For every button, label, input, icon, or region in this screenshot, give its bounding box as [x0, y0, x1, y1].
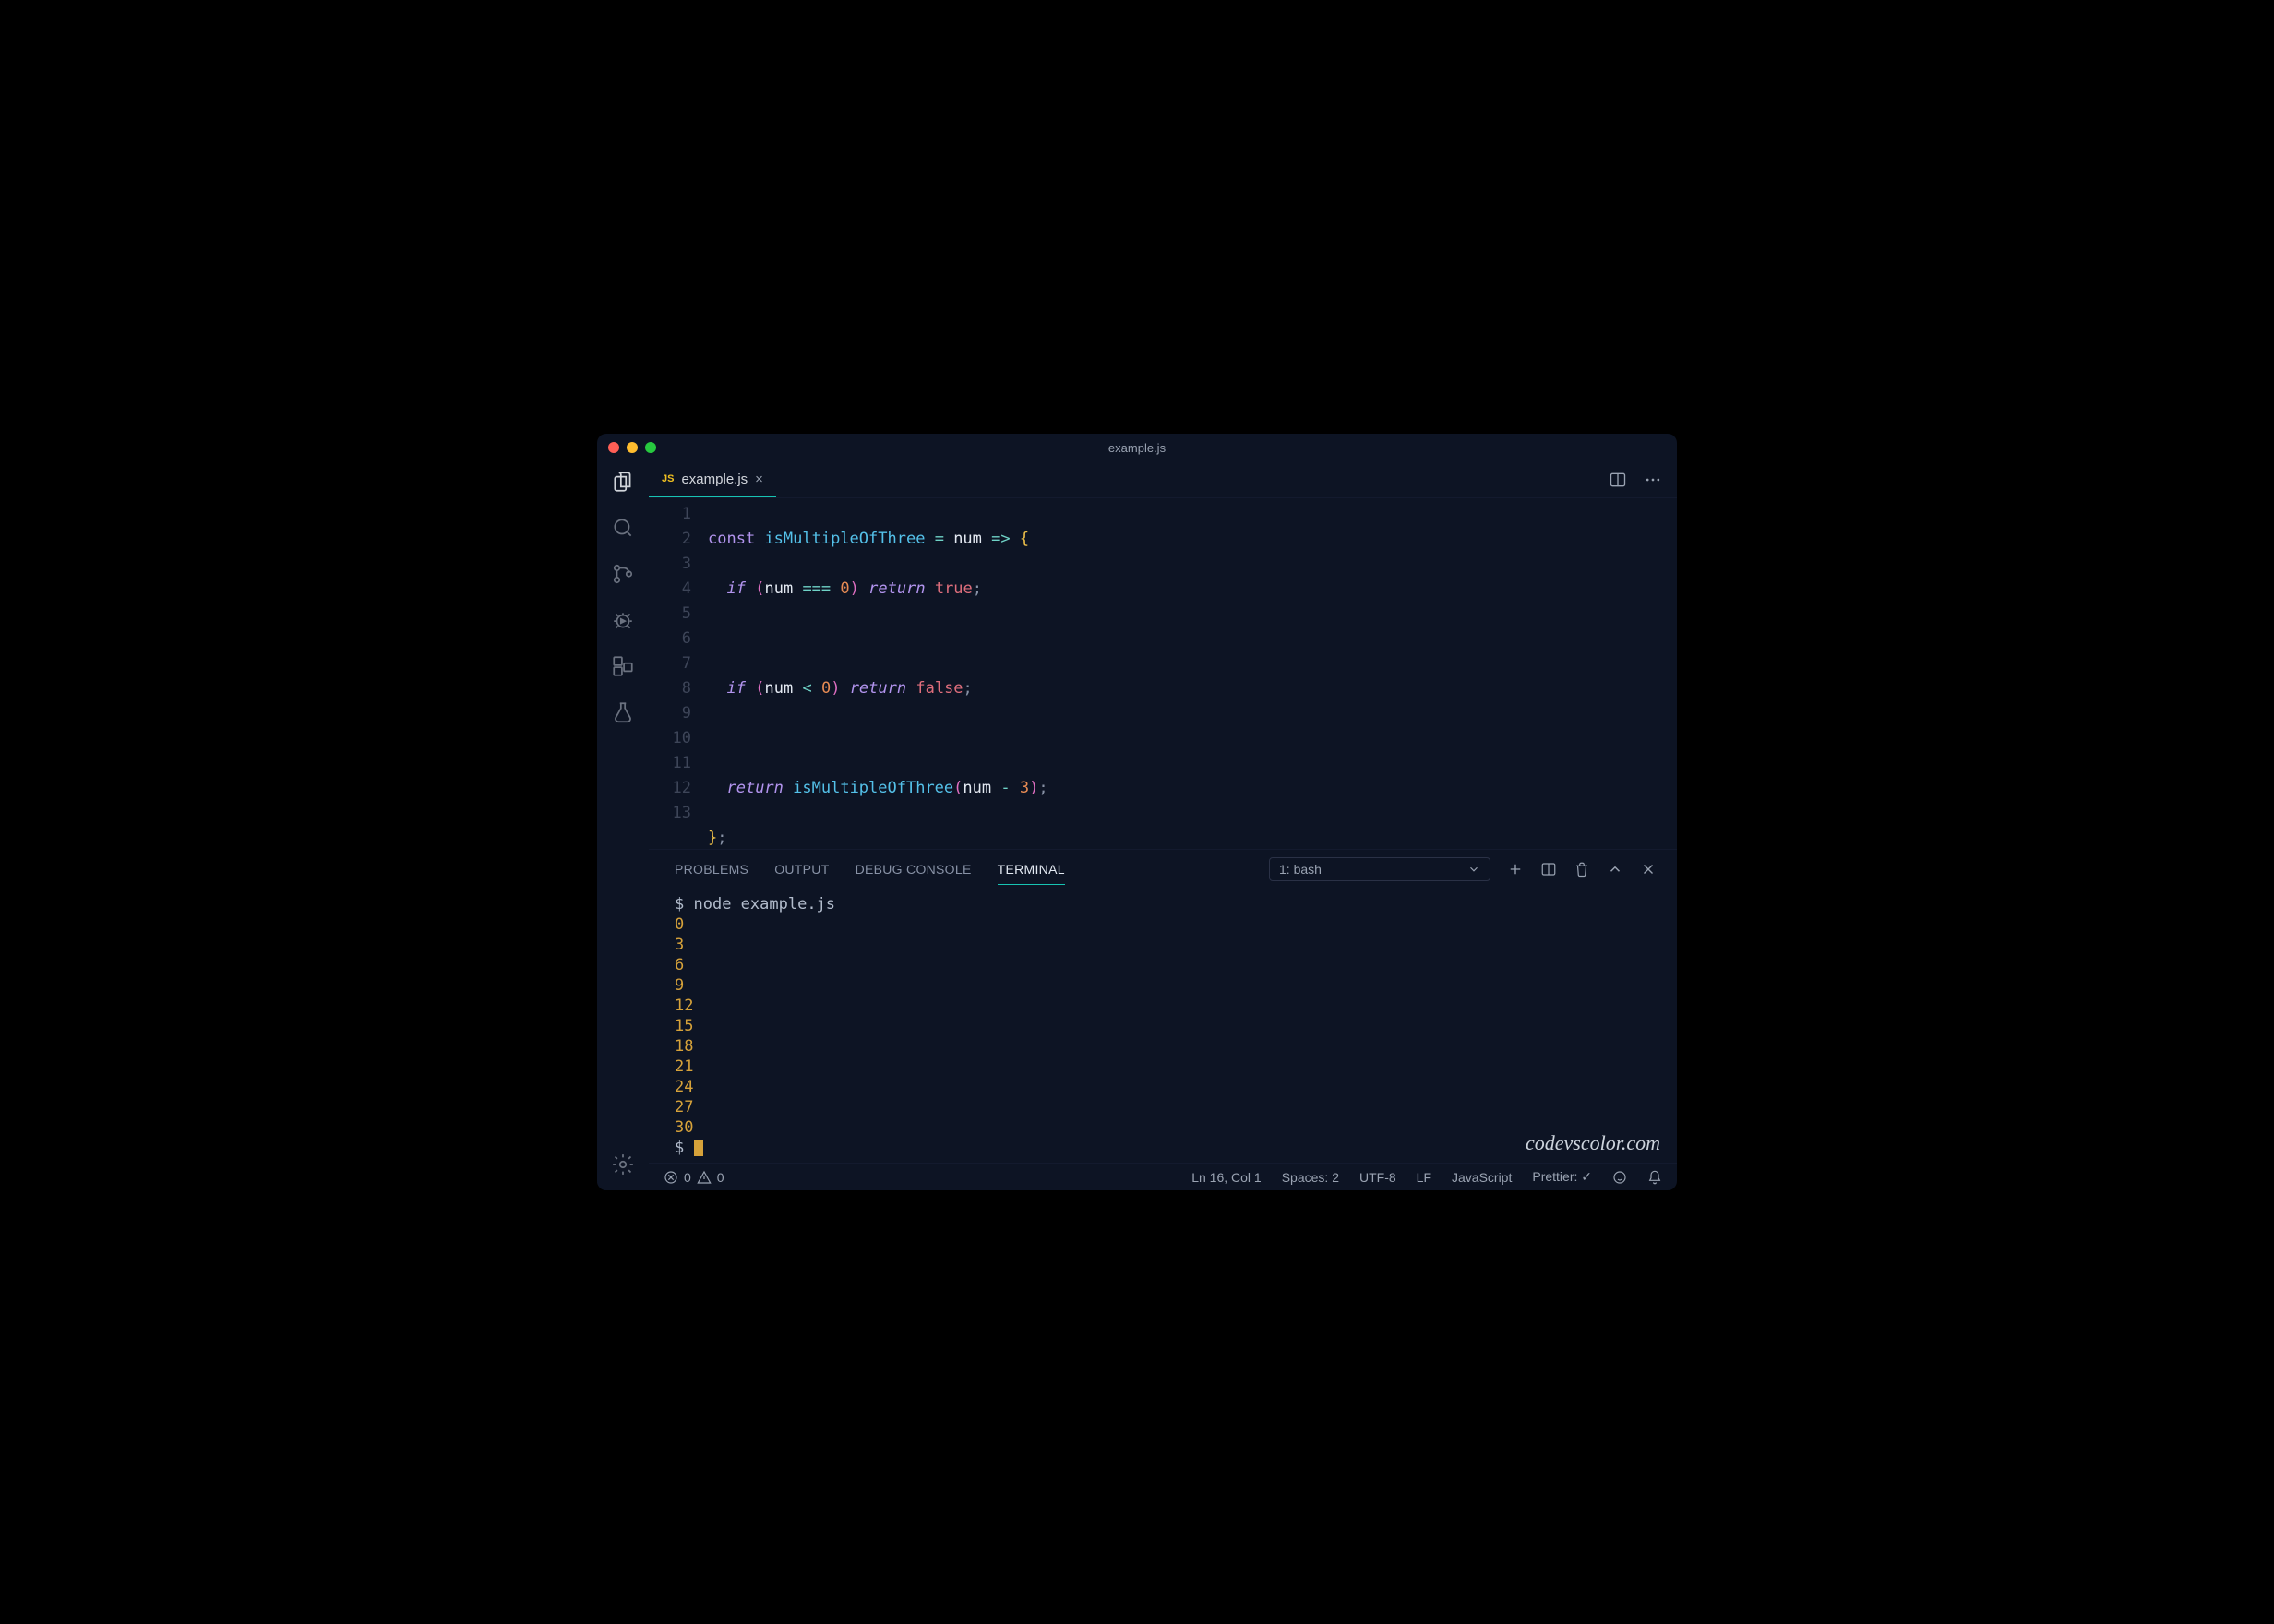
tab-output[interactable]: OUTPUT	[774, 854, 829, 884]
tab-bar-actions	[1594, 461, 1677, 497]
panel-tabs: PROBLEMS OUTPUT DEBUG CONSOLE TERMINAL 1…	[649, 850, 1677, 889]
terminal-output-line: 6	[675, 955, 1657, 975]
terminal-output-line: 3	[675, 935, 1657, 955]
terminal-output-line: 15	[675, 1016, 1657, 1036]
testing-icon[interactable]	[610, 699, 636, 725]
close-panel-icon[interactable]	[1640, 861, 1657, 878]
window-title: example.js	[1108, 441, 1166, 455]
code-content[interactable]: const isMultipleOfThree = num => { if (n…	[708, 502, 1585, 849]
status-bar: 0 0 Ln 16, Col 1 Spaces: 2 UTF-8 LF Java…	[649, 1163, 1677, 1190]
terminal-output-line: 18	[675, 1036, 1657, 1057]
terminal-selector-label: 1: bash	[1279, 862, 1322, 877]
editor-area: 1 2 3 4 5 6 7 8 9 10 11 12 13 const isMu…	[649, 498, 1677, 849]
maximize-window-button[interactable]	[645, 442, 656, 453]
watermark: codevscolor.com	[1526, 1131, 1660, 1155]
titlebar: example.js	[597, 434, 1677, 461]
minimap[interactable]	[1585, 498, 1677, 849]
activity-bar	[597, 461, 649, 1190]
tab-terminal[interactable]: TERMINAL	[998, 854, 1065, 885]
terminal-output-line: 12	[675, 996, 1657, 1016]
split-terminal-icon[interactable]	[1540, 861, 1557, 878]
extensions-icon[interactable]	[610, 653, 636, 679]
tab-debug-console[interactable]: DEBUG CONSOLE	[856, 854, 972, 884]
terminal-output-line: 21	[675, 1057, 1657, 1077]
status-line-col[interactable]: Ln 16, Col 1	[1191, 1170, 1262, 1185]
split-editor-icon[interactable]	[1609, 471, 1627, 489]
feedback-icon[interactable]	[1612, 1170, 1627, 1185]
explorer-icon[interactable]	[610, 469, 636, 495]
terminal-output-line: 30	[675, 1117, 1657, 1138]
source-control-icon[interactable]	[610, 561, 636, 587]
notifications-bell-icon[interactable]	[1647, 1170, 1662, 1185]
tab-example-js[interactable]: JS example.js ×	[649, 461, 776, 497]
close-window-button[interactable]	[608, 442, 619, 453]
terminal-output-line: 24	[675, 1077, 1657, 1097]
search-icon[interactable]	[610, 515, 636, 541]
traffic-lights	[608, 442, 656, 453]
line-number-gutter: 1 2 3 4 5 6 7 8 9 10 11 12 13	[649, 502, 708, 849]
terminal-output-line: 27	[675, 1097, 1657, 1117]
terminal[interactable]: $ node example.js 0 3 6 9 12 15 18 21 24…	[649, 889, 1677, 1163]
main-area: JS example.js × 1 2 3 4 5 6 7 8 9 10 11 …	[649, 461, 1677, 1190]
status-errors[interactable]: 0 0	[664, 1170, 724, 1185]
terminal-output-line: 0	[675, 914, 1657, 935]
status-eol[interactable]: LF	[1417, 1170, 1431, 1185]
terminal-command: node example.js	[694, 895, 836, 914]
minimize-window-button[interactable]	[627, 442, 638, 453]
tab-filename: example.js	[681, 472, 748, 487]
debug-icon[interactable]	[610, 607, 636, 633]
window-body: JS example.js × 1 2 3 4 5 6 7 8 9 10 11 …	[597, 461, 1677, 1190]
status-spaces[interactable]: Spaces: 2	[1282, 1170, 1339, 1185]
settings-gear-icon[interactable]	[610, 1152, 636, 1177]
editor-window: example.js	[597, 434, 1677, 1190]
new-terminal-icon[interactable]	[1507, 861, 1524, 878]
status-language[interactable]: JavaScript	[1452, 1170, 1512, 1185]
terminal-cursor	[694, 1140, 703, 1156]
js-file-icon: JS	[662, 473, 674, 484]
bottom-panel: PROBLEMS OUTPUT DEBUG CONSOLE TERMINAL 1…	[649, 849, 1677, 1163]
kill-terminal-icon[interactable]	[1574, 861, 1590, 878]
more-actions-icon[interactable]	[1644, 471, 1662, 489]
status-encoding[interactable]: UTF-8	[1359, 1170, 1396, 1185]
terminal-selector[interactable]: 1: bash	[1269, 857, 1490, 881]
error-icon	[664, 1170, 678, 1185]
maximize-panel-icon[interactable]	[1607, 861, 1623, 878]
terminal-output-line: 9	[675, 975, 1657, 996]
tab-problems[interactable]: PROBLEMS	[675, 854, 748, 884]
chevron-down-icon	[1467, 863, 1480, 876]
panel-actions: 1: bash	[1269, 857, 1657, 881]
tab-bar: JS example.js ×	[649, 461, 1677, 498]
warning-icon	[697, 1170, 712, 1185]
status-prettier[interactable]: Prettier: ✓	[1532, 1169, 1592, 1185]
code-editor[interactable]: 1 2 3 4 5 6 7 8 9 10 11 12 13 const isMu…	[649, 498, 1585, 849]
close-tab-icon[interactable]: ×	[755, 472, 763, 487]
